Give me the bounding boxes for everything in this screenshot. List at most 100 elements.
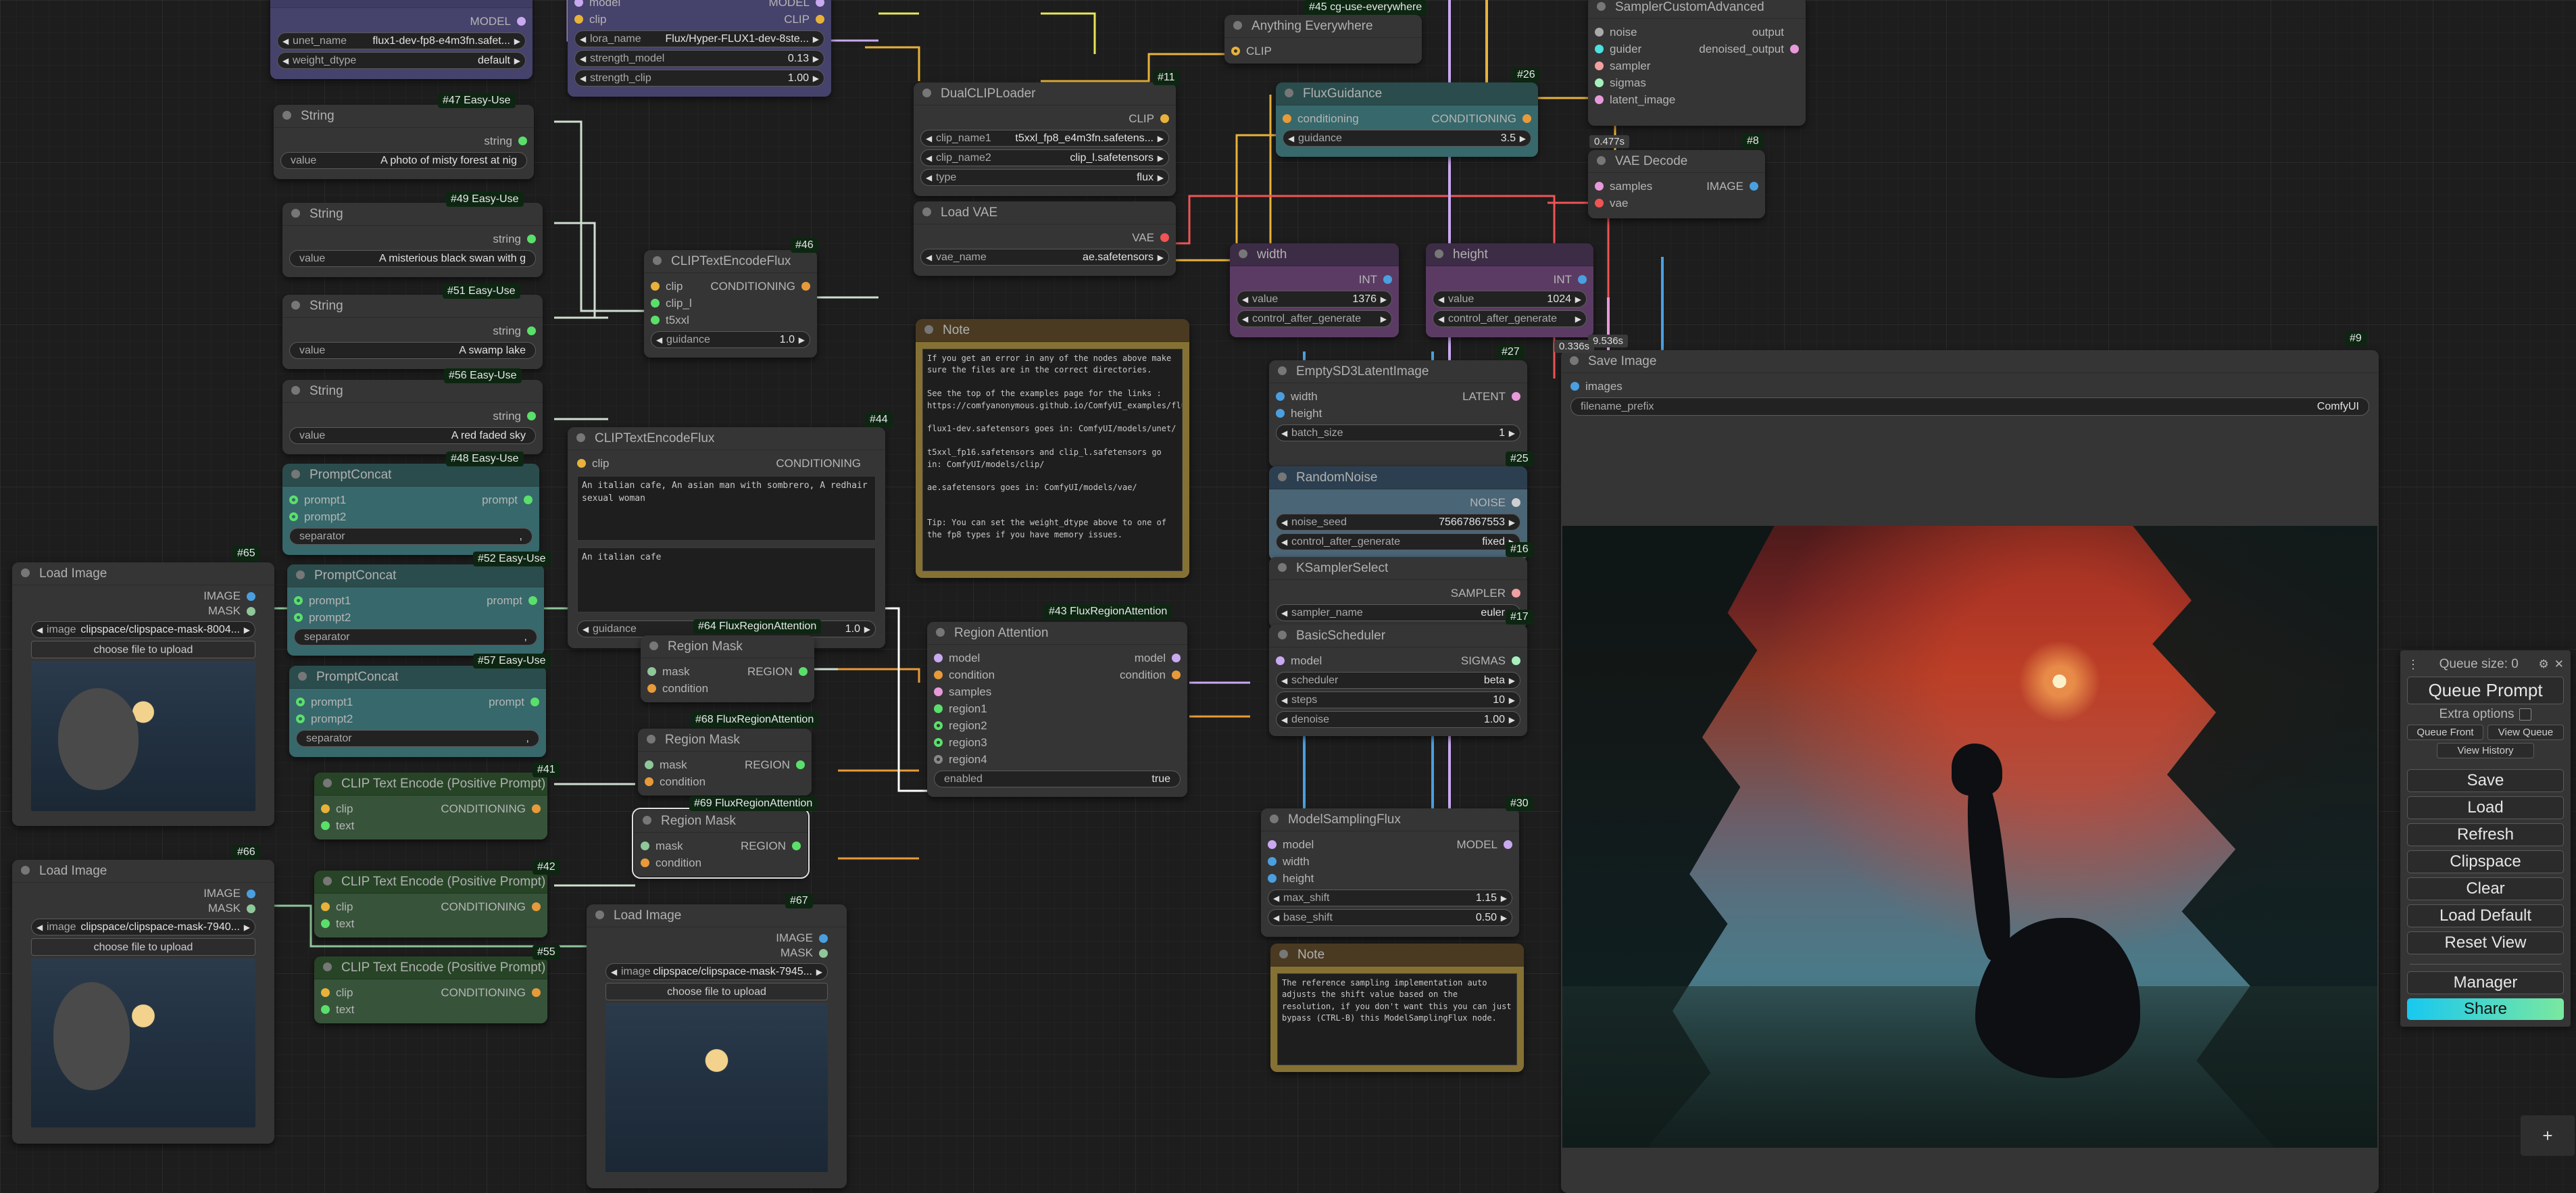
widget-separator[interactable]: separator , <box>289 528 532 545</box>
widget-base-shift[interactable]: base_shift 0.50 <box>1268 909 1512 926</box>
collapse-dot-icon[interactable] <box>1285 89 1293 98</box>
output-slot-conditioning[interactable]: CONDITIONING <box>387 984 541 1001</box>
input-slot-condition[interactable]: condition <box>641 854 801 871</box>
collapse-dot-icon[interactable] <box>291 301 300 310</box>
textarea-clip-l[interactable]: An italian cafe, An asian man with sombr… <box>577 476 876 541</box>
widget-control-after-generate[interactable]: control_after_generate <box>1237 310 1392 327</box>
node-prompt-concat-52[interactable]: PromptConcat prompt1 prompt prompt2 sepa… <box>287 564 544 656</box>
collapse-dot-icon[interactable] <box>323 877 332 886</box>
input-slot-images[interactable]: images <box>1570 378 2369 395</box>
input-slot-clip-l[interactable]: clip_l <box>651 295 810 312</box>
note-text[interactable]: If you get an error in any of the nodes … <box>922 349 1183 571</box>
widget-control-after-generate[interactable]: control_after_generate <box>1433 310 1587 327</box>
node-note-main[interactable]: Note If you get an error in any of the n… <box>916 319 1189 578</box>
collapse-dot-icon[interactable] <box>1435 249 1443 259</box>
node-basic-scheduler[interactable]: BasicScheduler model SIGMAS scheduler be… <box>1269 625 1527 736</box>
input-slot-sigmas[interactable]: sigmas <box>1595 74 1799 91</box>
node-string-51[interactable]: String string value A swamp lake <box>282 295 543 369</box>
input-slot-sampler[interactable]: sampler <box>1595 57 1799 74</box>
collapse-dot-icon[interactable] <box>936 628 945 637</box>
input-slot-text[interactable]: text <box>321 1001 541 1018</box>
collapse-dot-icon[interactable] <box>1279 950 1288 959</box>
node-prompt-concat-48[interactable]: PromptConcat prompt1 prompt prompt2 sepa… <box>282 464 539 555</box>
collapse-dot-icon[interactable] <box>1278 366 1287 376</box>
gear-icon[interactable]: ⚙ <box>2539 658 2549 671</box>
output-slot-conditioning[interactable]: CONDITIONING <box>387 898 541 915</box>
extra-options-row[interactable]: Extra options <box>2407 707 2564 722</box>
load-button[interactable]: Load <box>2407 796 2564 819</box>
node-sampler-custom-advanced[interactable]: SamplerCustomAdvanced noise output guide… <box>1588 0 1806 126</box>
note-text[interactable]: The reference sampling implementation au… <box>1277 973 1517 1065</box>
output-slot-model[interactable]: MODEL <box>277 13 526 30</box>
view-queue-button[interactable]: View Queue <box>2487 725 2564 740</box>
node-load-image-67[interactable]: Load Image IMAGE MASK image clipspace/cl… <box>587 904 847 1188</box>
clear-button[interactable]: Clear <box>2407 877 2564 900</box>
widget-filename-prefix[interactable]: filename_prefix ComfyUI <box>1570 397 2369 416</box>
output-slot-image[interactable]: IMAGE <box>605 931 828 946</box>
collapse-dot-icon[interactable] <box>922 89 931 98</box>
output-slot-int[interactable]: INT <box>1237 271 1392 288</box>
collapse-dot-icon[interactable] <box>653 256 662 266</box>
node-string-56[interactable]: String string value A red faded sky <box>282 380 543 454</box>
output-slot-string[interactable]: string <box>280 132 527 149</box>
widget-scheduler[interactable]: scheduler beta <box>1276 672 1520 689</box>
widget-image[interactable]: image clipspace/clipspace-mask-8004... <box>31 621 255 638</box>
collapse-dot-icon[interactable] <box>1278 563 1287 573</box>
output-slot-string[interactable]: string <box>289 408 536 424</box>
collapse-dot-icon[interactable] <box>647 735 655 744</box>
clipspace-button[interactable]: Clipspace <box>2407 850 2564 873</box>
node-model-sampling-flux[interactable]: ModelSamplingFlux model MODEL width heig… <box>1261 808 1519 937</box>
widget-strength-clip[interactable]: strength_clip 1.00 <box>574 70 824 87</box>
collapse-dot-icon[interactable] <box>296 570 305 580</box>
upload-button[interactable]: choose file to upload <box>605 983 828 1000</box>
widget-vae-name[interactable]: vae_name ae.safetensors <box>920 249 1169 266</box>
widget-control-after-generate[interactable]: control_after_generate fixed <box>1276 533 1520 550</box>
widget-image[interactable]: image clipspace/clipspace-mask-7945... <box>605 963 828 980</box>
collapse-dot-icon[interactable] <box>1239 249 1247 259</box>
node-clip-text-encode-42[interactable]: CLIP Text Encode (Positive Prompt) clip … <box>314 871 547 938</box>
input-slot-model[interactable]: model <box>934 650 1058 666</box>
output-slot-int[interactable]: INT <box>1433 271 1587 288</box>
widget-value[interactable]: value A photo of misty forest at nig <box>280 152 527 169</box>
output-slot-latent[interactable]: LATENT <box>1398 388 1520 405</box>
input-slot-width[interactable]: width <box>1268 853 1512 870</box>
comfyui-graph-canvas[interactable]: UNETLoader MODEL unet_name flux1-dev-fp8… <box>0 0 2576 1193</box>
input-slot-height[interactable]: height <box>1268 870 1512 887</box>
node-load-vae[interactable]: Load VAE VAE vae_name ae.safetensors <box>914 201 1176 276</box>
node-string-49[interactable]: String string value A misterious black s… <box>282 203 543 277</box>
widget-value[interactable]: value 1376 <box>1237 291 1392 308</box>
output-slot-model[interactable]: MODEL <box>699 0 824 11</box>
output-slot-mask[interactable]: MASK <box>31 604 255 618</box>
output-slot-region[interactable]: REGION <box>712 663 808 680</box>
node-prompt-concat-57[interactable]: PromptConcat prompt1 prompt prompt2 sepa… <box>289 666 546 757</box>
share-button[interactable]: Share <box>2407 998 2564 1020</box>
widget-separator[interactable]: separator , <box>296 730 539 747</box>
input-slot-condition[interactable]: condition <box>934 666 1058 683</box>
output-slot-image[interactable]: IMAGE <box>31 886 255 901</box>
collapse-dot-icon[interactable] <box>1570 356 1579 366</box>
collapse-dot-icon[interactable] <box>576 433 585 443</box>
input-slot-t5xxl[interactable]: t5xxl <box>651 312 810 328</box>
output-slot-region[interactable]: REGION <box>709 756 805 773</box>
node-width[interactable]: width INT value 1376 control_after_gener… <box>1230 243 1399 337</box>
input-slot-region3[interactable]: region3 <box>934 734 1181 751</box>
widget-weight-dtype[interactable]: weight_dtype default <box>277 52 526 69</box>
node-ksampler-select[interactable]: KSamplerSelect SAMPLER sampler_name eule… <box>1269 557 1527 628</box>
input-slot-latent-image[interactable]: latent_image <box>1595 91 1799 108</box>
collapse-dot-icon[interactable] <box>21 568 30 578</box>
widget-type[interactable]: type flux <box>920 169 1169 186</box>
input-slot-clip[interactable]: clip <box>574 11 699 28</box>
output-slot-conditioning[interactable]: CONDITIONING <box>387 800 541 817</box>
node-string-47[interactable]: String string value A photo of misty for… <box>274 105 534 179</box>
widget-guidance[interactable]: guidance 1.0 <box>651 331 810 348</box>
node-dual-clip-loader[interactable]: DualCLIPLoader CLIP clip_name1 t5xxl_fp8… <box>914 82 1176 196</box>
widget-steps[interactable]: steps 10 <box>1276 691 1520 708</box>
widget-guidance[interactable]: guidance 3.5 <box>1283 130 1531 147</box>
node-load-image-66[interactable]: Load Image IMAGE MASK image clipspace/cl… <box>12 860 274 1144</box>
node-cliptextencodeflux-44[interactable]: CLIPTextEncodeFlux clip CONDITIONING An … <box>568 427 885 648</box>
input-slot-prompt2[interactable]: prompt2 <box>294 609 537 626</box>
collapse-dot-icon[interactable] <box>595 910 604 920</box>
collapse-dot-icon[interactable] <box>1233 21 1242 30</box>
node-load-image-65[interactable]: Load Image IMAGE MASK image clipspace/cl… <box>12 562 274 826</box>
widget-noise-seed[interactable]: noise_seed 75667867553 <box>1276 514 1520 531</box>
